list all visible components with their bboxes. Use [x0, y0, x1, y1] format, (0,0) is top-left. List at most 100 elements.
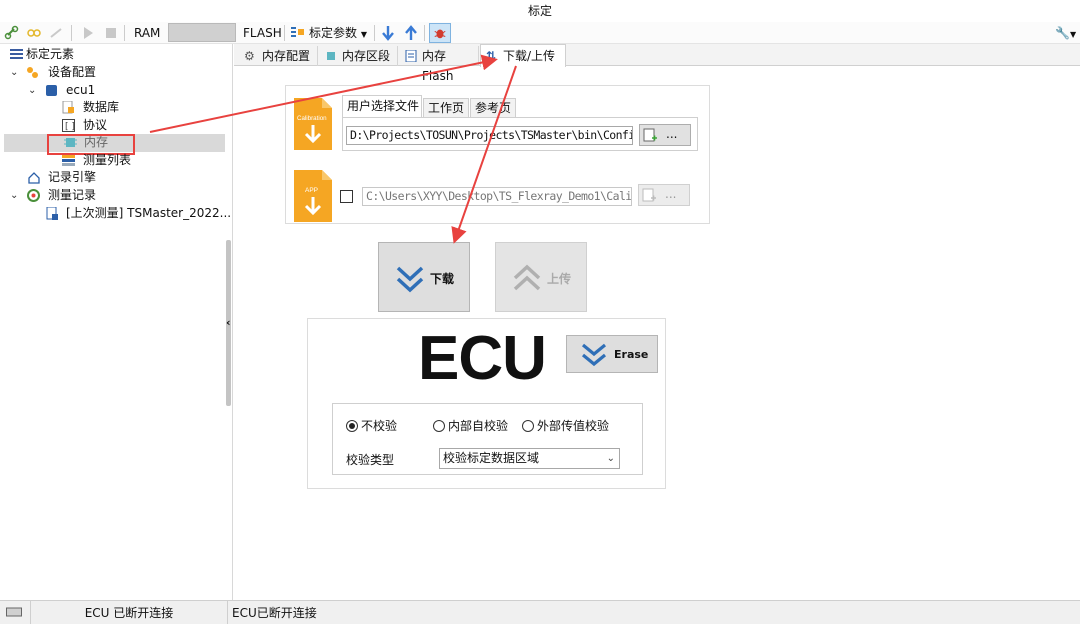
upload-label: 上传 [547, 272, 572, 286]
subtab-workpage[interactable]: 工作页 [423, 98, 469, 117]
measure-records-label: 测量记录 [48, 188, 97, 202]
unlink-icon[interactable] [48, 25, 64, 41]
chevron-down-icon[interactable]: ⌄ [10, 64, 18, 81]
tab-memory-config[interactable]: ⚙ 内存配置 [240, 46, 318, 66]
tab-memory-flash-label: 内存 Flash [422, 49, 454, 83]
erase-label: Erase [614, 348, 649, 361]
record-engine-label: 记录引擎 [48, 170, 97, 184]
radio-internal-check-label: 内部自校验 [448, 419, 509, 433]
status-bar: ECU 已断开连接 ECU已断开连接 [0, 600, 1080, 624]
file-panel: Calibration 用户选择文件 工作页 参考页 D:\Projects\T… [285, 85, 710, 224]
bug-icon [434, 29, 446, 39]
app-enable-checkbox[interactable] [340, 190, 353, 203]
check-type-value: 校验标定数据区域 [443, 451, 540, 465]
device-config-label: 设备配置 [48, 65, 97, 79]
double-chevron-down-icon [581, 343, 607, 367]
ram-slot[interactable] [168, 23, 236, 42]
add-file-icon [642, 188, 656, 202]
double-chevron-down-icon [396, 266, 424, 293]
tree-root-label: 标定元素 [26, 47, 75, 61]
chevron-down-icon[interactable]: ⌄ [10, 187, 18, 204]
subtab-refpage[interactable]: 参考页 [470, 98, 516, 117]
status-left: ECU 已断开连接 [30, 601, 228, 624]
database-icon [62, 101, 74, 114]
tab-download-upload[interactable]: ⇅ 下载/上传 [480, 44, 566, 67]
tab-memory-flash[interactable]: 内存 Flash [400, 46, 479, 83]
browse-app-button[interactable]: ... [638, 184, 690, 206]
flash-doc-icon [405, 50, 417, 62]
ecu-label: ecu1 [66, 83, 96, 97]
browse-calibration-button[interactable]: ... [639, 124, 691, 146]
memory-chip-icon [327, 52, 335, 60]
radio-circle [433, 420, 445, 432]
app-path-input[interactable]: C:\Users\XYY\Desktop\TS_Flexray_Demo1\Ca… [362, 187, 632, 206]
dropdown-arrow-icon: ▼ [1069, 30, 1077, 39]
radio-circle [522, 420, 534, 432]
tab-download-upload-label: 下载/上传 [503, 49, 556, 63]
database-label: 数据库 [83, 100, 120, 114]
wrench-icon: 🔧 [1055, 26, 1070, 40]
calib-params-icon [291, 27, 304, 37]
log-file-icon [46, 207, 58, 220]
debug-toggle[interactable] [429, 23, 451, 43]
wrench-menu[interactable]: 🔧▼ [1055, 24, 1076, 42]
upload-button[interactable]: 上传 [495, 242, 587, 312]
flash-label: FLASH [243, 26, 282, 40]
subtab-user-file[interactable]: 用户选择文件 [342, 95, 422, 117]
chain-icon[interactable] [26, 25, 42, 41]
tab-memory-segment-label: 内存区段 [342, 49, 391, 63]
measure-records-icon [27, 189, 40, 202]
link-icon[interactable] [4, 25, 20, 41]
upload-arrow-icon[interactable] [403, 25, 419, 41]
keyboard-icon [6, 607, 22, 617]
double-chevron-up-icon [513, 264, 541, 291]
tab-memory-config-label: 内存配置 [262, 49, 311, 63]
chevron-down-icon[interactable]: ⌄ [28, 82, 36, 99]
tab-strip: ⚙ 内存配置 内存区段 内存 Flash ⇅ 下载/上传 [234, 44, 1080, 83]
calibration-path-input[interactable]: D:\Projects\TOSUN\Projects\TSMaster\bin\… [346, 126, 633, 145]
ram-label: RAM [134, 26, 161, 40]
subtab-refpage-label: 参考页 [475, 101, 512, 115]
check-type-select[interactable]: 校验标定数据区域 ⌄ [439, 448, 620, 469]
download-label: 下载 [430, 272, 455, 286]
download-arrow-icon[interactable] [380, 25, 396, 41]
browse-calibration-label: ... [666, 127, 678, 141]
toolbar: RAM FLASH 标定参数 ▼ 🔧▼ [0, 22, 1080, 44]
app-icon-text: APP [305, 187, 318, 194]
gear-icon: ⚙ [244, 49, 255, 63]
protocol-label: 协议 [83, 118, 108, 132]
calibration-file-icon: Calibration [294, 98, 332, 150]
measure-list-icon [62, 155, 75, 166]
play-icon[interactable] [80, 25, 96, 41]
app-file-icon: APP [294, 170, 332, 222]
device-config-icon [27, 67, 38, 78]
up-down-arrows-icon: ⇅ [486, 49, 497, 63]
check-type-label: 校验类型 [346, 453, 395, 467]
calib-params-label: 标定参数 [309, 26, 358, 40]
add-file-icon [643, 128, 657, 142]
svg-text:[ ]: [ ] [65, 122, 75, 132]
window-title: 标定 [0, 0, 1080, 22]
protocol-icon: [ ] [62, 119, 75, 132]
stop-icon[interactable] [103, 25, 119, 41]
ecu-title: ECU [418, 324, 547, 393]
ecu-icon [46, 85, 57, 96]
record-engine-icon [28, 172, 40, 184]
radio-external-check-label: 外部传值校验 [537, 419, 610, 433]
subtab-workpage-label: 工作页 [428, 101, 465, 115]
last-measure-label: [上次测量] TSMaster_2022... [66, 206, 232, 220]
radio-no-check-label: 不校验 [361, 419, 398, 433]
erase-button[interactable]: Erase [566, 335, 658, 373]
browse-app-label: ... [665, 187, 677, 201]
settings-list-icon [10, 49, 23, 59]
measure-list-label: 测量列表 [83, 153, 132, 167]
calibration-icon-text: Calibration [297, 115, 327, 122]
subtab-user-file-label: 用户选择文件 [347, 99, 420, 113]
dropdown-arrow-icon: ▼ [360, 30, 367, 39]
download-button[interactable]: 下载 [378, 242, 470, 312]
tab-memory-segment[interactable]: 内存区段 [320, 46, 398, 66]
collapse-panel-icon[interactable]: ‹ [226, 316, 231, 329]
calib-params-dropdown[interactable]: 标定参数 ▼ [309, 24, 367, 42]
chevron-down-icon: ⌄ [606, 453, 615, 464]
radio-circle [346, 420, 358, 432]
